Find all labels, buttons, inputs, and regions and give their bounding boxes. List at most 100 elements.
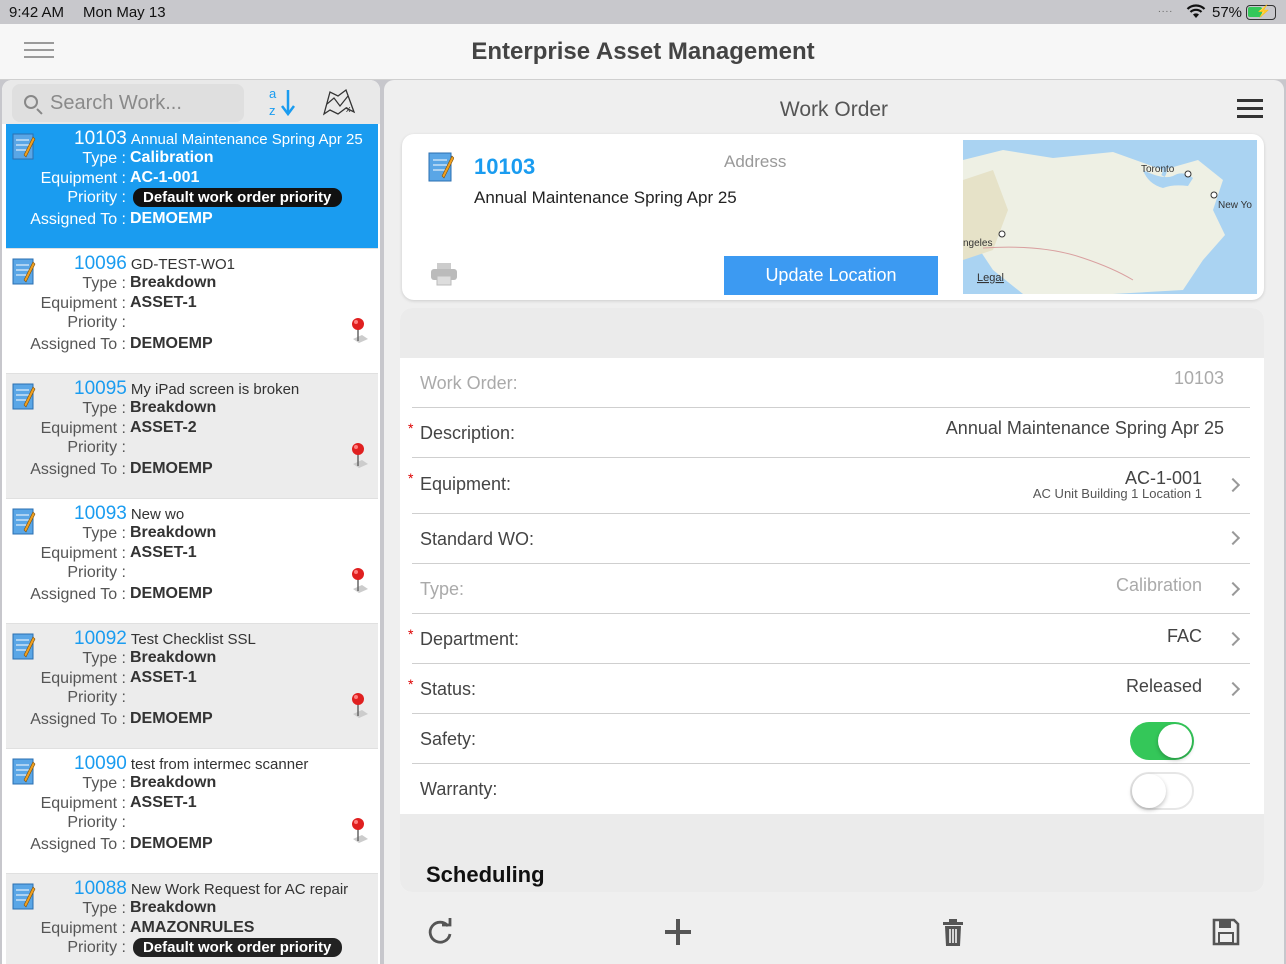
list-item-header: 10096 GD-TEST-WO1 — [74, 253, 235, 275]
field-description[interactable]: * Description: Annual Maintenance Spring… — [408, 408, 1250, 458]
warranty-label: Warranty: — [420, 779, 498, 799]
signal-dots: .... — [1158, 4, 1174, 15]
list-item[interactable]: 10090 test from intermec scanner Type : Bre… — [6, 749, 378, 874]
type-label: Type: — [420, 579, 465, 599]
priority-badge: Default work order priority — [133, 938, 343, 957]
battery-icon: ⚡ — [1246, 4, 1276, 20]
map-pin-icon[interactable] — [350, 817, 370, 845]
chevron-right-icon — [1225, 530, 1241, 546]
list-item[interactable]: 10088 New Work Request for AC repair Type … — [6, 874, 378, 964]
status-label: Status: — [420, 679, 477, 699]
list-item[interactable]: 10092 Test Checklist SSL Type : Breakdown Eq… — [6, 624, 378, 749]
list-item-desc: My iPad screen is broken — [130, 381, 300, 398]
print-icon[interactable] — [430, 262, 458, 286]
list-item-assigned: DEMOEMP — [130, 710, 213, 727]
add-icon[interactable] — [662, 916, 694, 948]
list-item-type: Breakdown — [130, 399, 217, 416]
equipment-label: Equipment: — [420, 474, 512, 494]
field-type[interactable]: Type: Calibration — [412, 564, 1250, 614]
priority-label: Priority : — [67, 564, 126, 581]
field-department[interactable]: * Department: FAC — [408, 614, 1250, 664]
list-item[interactable]: 10095 My iPad screen is broken Type : Break… — [6, 374, 378, 499]
list-item-assigned: DEMOEMP — [130, 835, 213, 852]
safety-label: Safety: — [420, 729, 477, 749]
map-view-icon[interactable]: x — [322, 88, 356, 116]
list-item-equipment: ASSET-1 — [130, 794, 197, 811]
list-item-type: Breakdown — [130, 899, 217, 916]
list-item-type: Breakdown — [130, 524, 217, 541]
search-input[interactable] — [50, 88, 235, 118]
required-mark: * — [408, 626, 414, 642]
update-location-button[interactable]: Update Location — [724, 256, 938, 295]
field-safety: Safety: — [412, 714, 1250, 764]
map-label-la: ngeles — [963, 238, 992, 249]
priority-badge: Default work order priority — [133, 188, 343, 207]
warranty-toggle[interactable] — [1130, 772, 1194, 810]
search-bar: a z x — [2, 80, 380, 124]
map-pin-icon[interactable] — [350, 567, 370, 595]
assigned-label: Assigned To : — [30, 211, 126, 228]
field-equipment[interactable]: * Equipment: AC-1-001 AC Unit Building 1… — [408, 458, 1250, 514]
description-label: Description: — [420, 423, 516, 443]
list-item-equipment: AMAZONRULES — [130, 919, 255, 936]
safety-toggle[interactable] — [1130, 722, 1194, 760]
status-value: Released — [1125, 676, 1202, 696]
list-item-desc: Test Checklist SSL — [130, 631, 256, 648]
list-item-type: Breakdown — [130, 774, 217, 791]
list-item[interactable]: 10103 Annual Maintenance Spring Apr 25 Typ… — [6, 124, 378, 249]
equipment-location: AC Unit Building 1 Location 1 — [1032, 486, 1202, 501]
map-legal-link[interactable]: Legal — [977, 272, 1004, 284]
form-top-band — [400, 308, 1264, 358]
list-item-type: Calibration — [130, 149, 214, 166]
work-order-description: Annual Maintenance Spring Apr 25 — [474, 188, 737, 207]
delete-icon[interactable] — [937, 916, 969, 948]
field-standard-wo[interactable]: Standard WO: — [412, 514, 1250, 564]
assigned-label: Assigned To : — [30, 711, 126, 728]
list-item-desc: GD-TEST-WO1 — [130, 256, 236, 273]
work-order-value: 10103 — [1173, 368, 1224, 388]
list-item-header: 10088 New Work Request for AC repair — [74, 878, 348, 900]
summary-card: 10103 Address Annual Maintenance Spring … — [402, 134, 1264, 300]
map-pin-icon[interactable] — [350, 317, 370, 345]
field-work-order: Work Order: 10103 — [412, 358, 1250, 408]
location-map[interactable]: Toronto New Yo ngeles Legal — [963, 140, 1257, 294]
equipment-label: Equipment : — [40, 670, 126, 687]
list-item-header: 10092 Test Checklist SSL — [74, 628, 256, 650]
refresh-icon[interactable] — [424, 916, 456, 948]
list-item-desc: New Work Request for AC repair — [130, 881, 349, 898]
search-icon — [24, 95, 38, 109]
list-item-number: 10088 — [74, 878, 127, 899]
work-order-detail-pane: Work Order 10103 Address Annual Maintena… — [384, 80, 1284, 964]
wifi-icon — [1186, 4, 1206, 23]
scheduling-heading: Scheduling — [426, 862, 545, 887]
priority-label: Priority : — [67, 939, 126, 956]
map-pin-icon[interactable] — [350, 692, 370, 720]
field-status[interactable]: * Status: Released — [408, 664, 1250, 714]
equipment-label: Equipment : — [40, 545, 126, 562]
list-item-desc: Annual Maintenance Spring Apr 25 — [130, 131, 363, 148]
assigned-label: Assigned To : — [30, 336, 126, 353]
list-item-equipment: ASSET-2 — [130, 419, 197, 436]
map-pin-icon[interactable] — [350, 442, 370, 470]
sort-az-icon[interactable]: a z — [266, 86, 298, 118]
list-item-equipment: ASSET-1 — [130, 544, 197, 561]
equipment-label: Equipment : — [40, 295, 126, 312]
type-label: Type : — [82, 275, 126, 292]
equipment-label: Equipment : — [40, 795, 126, 812]
chevron-right-icon — [1225, 681, 1241, 697]
list-item[interactable]: 10093 New wo Type : Breakdown Equipment : ASS… — [6, 499, 378, 624]
sort-letter-a: a — [269, 86, 277, 101]
priority-label: Priority : — [67, 439, 126, 456]
actions-menu-icon[interactable] — [1237, 99, 1263, 123]
save-icon[interactable] — [1210, 916, 1242, 948]
app-header: Enterprise Asset Management — [0, 24, 1286, 80]
required-mark: * — [408, 676, 414, 692]
list-item-desc: test from intermec scanner — [130, 756, 309, 773]
app-title: Enterprise Asset Management — [471, 38, 815, 65]
list-item-header: 10103 Annual Maintenance Spring Apr 25 — [74, 128, 363, 150]
svg-text:x: x — [346, 104, 351, 114]
list-item-assigned: DEMOEMP — [130, 460, 213, 477]
map-label-toronto: Toronto — [1141, 164, 1175, 175]
equipment-label: Equipment : — [40, 170, 126, 187]
list-item[interactable]: 10096 GD-TEST-WO1 Type : Breakdown Equipment… — [6, 249, 378, 374]
